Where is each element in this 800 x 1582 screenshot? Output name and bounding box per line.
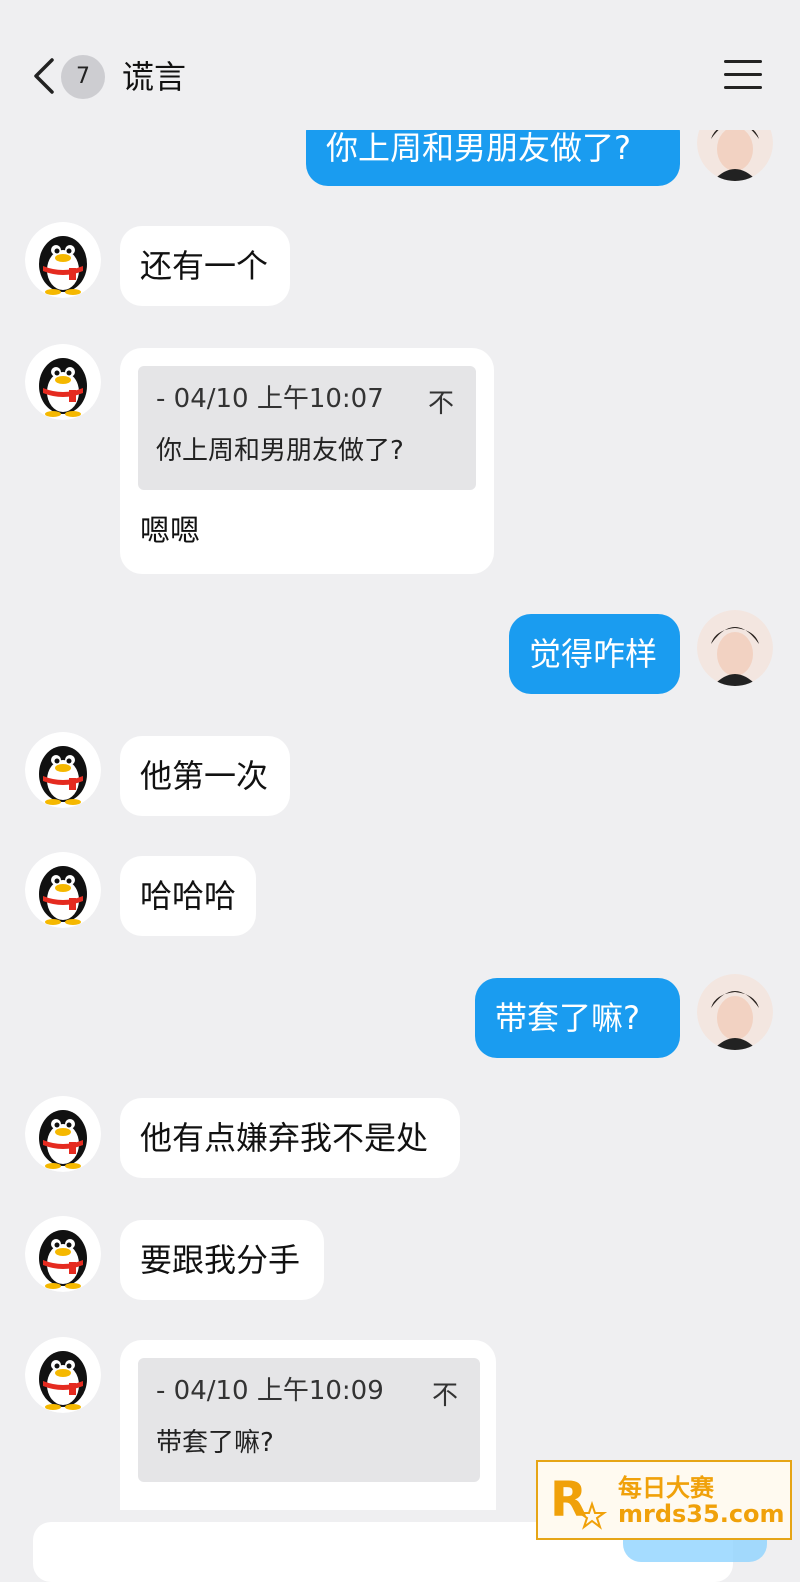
penguin-avatar[interactable] — [25, 732, 101, 808]
watermark: R 每日大赛 mrds35.com — [536, 1460, 792, 1540]
quoted-message[interactable]: - 04/10 上午10:09 不 带套了嘛? — [138, 1358, 480, 1482]
user-avatar[interactable] — [697, 610, 773, 686]
reply-text: 嗯嗯 — [140, 514, 200, 549]
unread-count-badge[interactable]: 7 — [61, 55, 105, 99]
message-bubble[interactable]: 觉得咋样 — [509, 614, 680, 694]
message-bubble[interactable]: 哈哈哈 — [120, 856, 256, 936]
penguin-avatar[interactable] — [25, 344, 101, 420]
message-bubble[interactable]: 他第一次 — [120, 736, 290, 816]
penguin-avatar[interactable] — [25, 222, 101, 298]
watermark-url: mrds35.com — [618, 1500, 785, 1528]
quoted-message[interactable]: - 04/10 上午10:07 不 你上周和男朋友做了? — [138, 366, 476, 490]
watermark-logo-icon: R — [550, 1472, 608, 1530]
message-bubble[interactable]: 还有一个 — [120, 226, 290, 306]
quote-meta: - 04/10 上午10:07 — [156, 384, 384, 414]
message-bubble[interactable]: 带套了嘛? — [475, 978, 680, 1058]
watermark-title: 每日大赛 — [618, 1474, 714, 1502]
message-bubble[interactable]: - 04/10 上午10:07 不 你上周和男朋友做了? 嗯嗯 — [120, 348, 494, 574]
menu-icon[interactable] — [724, 60, 762, 92]
penguin-avatar[interactable] — [25, 852, 101, 928]
quote-pin: 不 — [431, 1381, 458, 1411]
message-bubble[interactable]: - 04/10 上午10:09 不 带套了嘛? — [120, 1340, 496, 1510]
quote-pin: 不 — [427, 389, 454, 419]
quote-meta: - 04/10 上午10:09 — [156, 1376, 384, 1406]
message-bubble[interactable]: 他有点嫌弃我不是处 — [120, 1098, 460, 1178]
quote-text: 带套了嘛? — [156, 1428, 274, 1458]
chat-header: 7 谎言 — [0, 0, 800, 130]
penguin-avatar[interactable] — [25, 1216, 101, 1292]
chat-title: 谎言 — [122, 58, 187, 96]
back-arrow-icon[interactable] — [28, 56, 62, 96]
message-bubble[interactable]: 要跟我分手 — [120, 1220, 324, 1300]
user-avatar[interactable] — [697, 974, 773, 1050]
penguin-avatar[interactable] — [25, 1337, 101, 1413]
quote-text: 你上周和男朋友做了? — [156, 436, 404, 466]
svg-text:R: R — [550, 1472, 587, 1528]
penguin-avatar[interactable] — [25, 1096, 101, 1172]
